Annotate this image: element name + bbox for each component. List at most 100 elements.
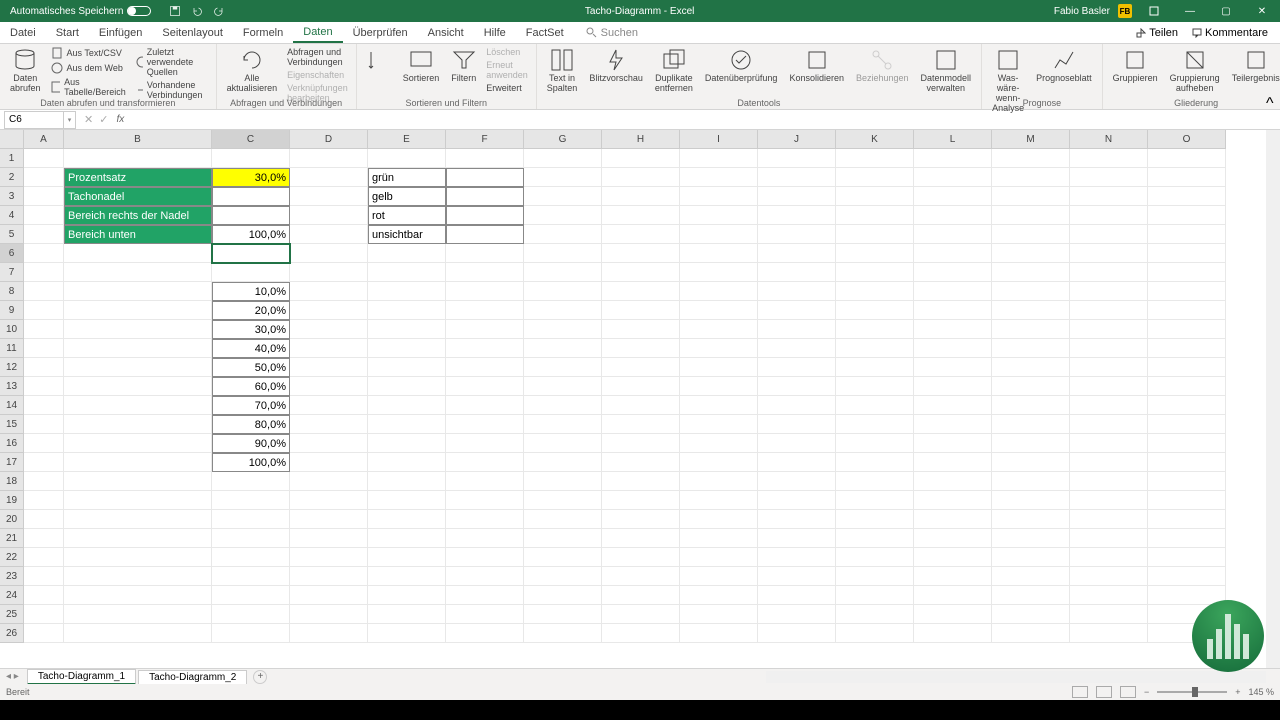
cell-F2[interactable] <box>446 168 524 187</box>
cell-L1[interactable] <box>914 149 992 168</box>
column-header[interactable]: N <box>1070 130 1148 149</box>
column-header[interactable]: M <box>992 130 1070 149</box>
cell-O1[interactable] <box>1148 149 1226 168</box>
cell-J5[interactable] <box>758 225 836 244</box>
cell-F4[interactable] <box>446 206 524 225</box>
cell-C14[interactable]: 70,0% <box>212 396 290 415</box>
cell-D17[interactable] <box>290 453 368 472</box>
cell-N13[interactable] <box>1070 377 1148 396</box>
user-avatar[interactable]: FB <box>1118 4 1132 18</box>
remove-duplicates-button[interactable]: Duplikate entfernen <box>651 46 697 96</box>
cell-F6[interactable] <box>446 244 524 263</box>
group-button[interactable]: Gruppieren <box>1109 46 1162 86</box>
cell-C22[interactable] <box>212 548 290 567</box>
cell-J22[interactable] <box>758 548 836 567</box>
cell-C1[interactable] <box>212 149 290 168</box>
cell-J14[interactable] <box>758 396 836 415</box>
cell-M13[interactable] <box>992 377 1070 396</box>
cell-D26[interactable] <box>290 624 368 643</box>
cell-G14[interactable] <box>524 396 602 415</box>
cell-O11[interactable] <box>1148 339 1226 358</box>
cell-N25[interactable] <box>1070 605 1148 624</box>
cell-D22[interactable] <box>290 548 368 567</box>
cell-J18[interactable] <box>758 472 836 491</box>
cell-C11[interactable]: 40,0% <box>212 339 290 358</box>
queries-button[interactable]: Abfragen und Verbindungen <box>285 46 350 68</box>
cell-L13[interactable] <box>914 377 992 396</box>
cell-M6[interactable] <box>992 244 1070 263</box>
cell-F1[interactable] <box>446 149 524 168</box>
cell-I14[interactable] <box>680 396 758 415</box>
cell-J10[interactable] <box>758 320 836 339</box>
name-box-dropdown[interactable]: ▾ <box>64 111 76 129</box>
cell-M1[interactable] <box>992 149 1070 168</box>
page-break-button[interactable] <box>1120 686 1136 698</box>
cell-M11[interactable] <box>992 339 1070 358</box>
cell-E15[interactable] <box>368 415 446 434</box>
tab-hilfe[interactable]: Hilfe <box>474 22 516 43</box>
advanced-filter-button[interactable]: Erweitert <box>484 82 530 94</box>
cell-L18[interactable] <box>914 472 992 491</box>
column-header[interactable]: C <box>212 130 290 149</box>
cell-E11[interactable] <box>368 339 446 358</box>
cell-J17[interactable] <box>758 453 836 472</box>
cell-N5[interactable] <box>1070 225 1148 244</box>
cell-L5[interactable] <box>914 225 992 244</box>
cell-O6[interactable] <box>1148 244 1226 263</box>
cell-G26[interactable] <box>524 624 602 643</box>
cell-G8[interactable] <box>524 282 602 301</box>
cell-L24[interactable] <box>914 586 992 605</box>
cell-I12[interactable] <box>680 358 758 377</box>
formula-input[interactable] <box>128 111 1280 129</box>
cell-K3[interactable] <box>836 187 914 206</box>
row-header[interactable]: 7 <box>0 263 24 282</box>
cell-K8[interactable] <box>836 282 914 301</box>
cell-F3[interactable] <box>446 187 524 206</box>
cell-N11[interactable] <box>1070 339 1148 358</box>
cell-L4[interactable] <box>914 206 992 225</box>
cell-A25[interactable] <box>24 605 64 624</box>
tab-formeln[interactable]: Formeln <box>233 22 293 43</box>
column-header[interactable]: H <box>602 130 680 149</box>
column-header[interactable]: J <box>758 130 836 149</box>
cell-H13[interactable] <box>602 377 680 396</box>
cell-N17[interactable] <box>1070 453 1148 472</box>
column-header[interactable]: D <box>290 130 368 149</box>
cell-J2[interactable] <box>758 168 836 187</box>
cell-N3[interactable] <box>1070 187 1148 206</box>
cell-J12[interactable] <box>758 358 836 377</box>
cell-E24[interactable] <box>368 586 446 605</box>
cell-E23[interactable] <box>368 567 446 586</box>
undo-icon[interactable] <box>191 5 203 17</box>
row-header[interactable]: 21 <box>0 529 24 548</box>
cell-D20[interactable] <box>290 510 368 529</box>
cell-B16[interactable] <box>64 434 212 453</box>
cell-K7[interactable] <box>836 263 914 282</box>
cell-K9[interactable] <box>836 301 914 320</box>
cell-I20[interactable] <box>680 510 758 529</box>
cell-E21[interactable] <box>368 529 446 548</box>
row-header[interactable]: 26 <box>0 624 24 643</box>
share-button[interactable]: Teilen <box>1130 25 1184 41</box>
cell-L12[interactable] <box>914 358 992 377</box>
tab-daten[interactable]: Daten <box>293 22 342 43</box>
cell-E8[interactable] <box>368 282 446 301</box>
recent-sources-button[interactable]: Zuletzt verwendete Quellen <box>134 46 210 78</box>
cell-G3[interactable] <box>524 187 602 206</box>
filter-button[interactable]: Filtern <box>447 46 480 86</box>
row-header[interactable]: 19 <box>0 491 24 510</box>
cell-I21[interactable] <box>680 529 758 548</box>
cell-E4[interactable]: rot <box>368 206 446 225</box>
cell-K1[interactable] <box>836 149 914 168</box>
sort-az-button[interactable] <box>363 46 395 74</box>
cell-E6[interactable] <box>368 244 446 263</box>
cell-H5[interactable] <box>602 225 680 244</box>
cell-K24[interactable] <box>836 586 914 605</box>
cell-K22[interactable] <box>836 548 914 567</box>
cell-A7[interactable] <box>24 263 64 282</box>
cell-J6[interactable] <box>758 244 836 263</box>
cell-A1[interactable] <box>24 149 64 168</box>
autosave-toggle[interactable]: Automatisches Speichern <box>4 6 157 17</box>
cell-F19[interactable] <box>446 491 524 510</box>
consolidate-button[interactable]: Konsolidieren <box>785 46 848 86</box>
